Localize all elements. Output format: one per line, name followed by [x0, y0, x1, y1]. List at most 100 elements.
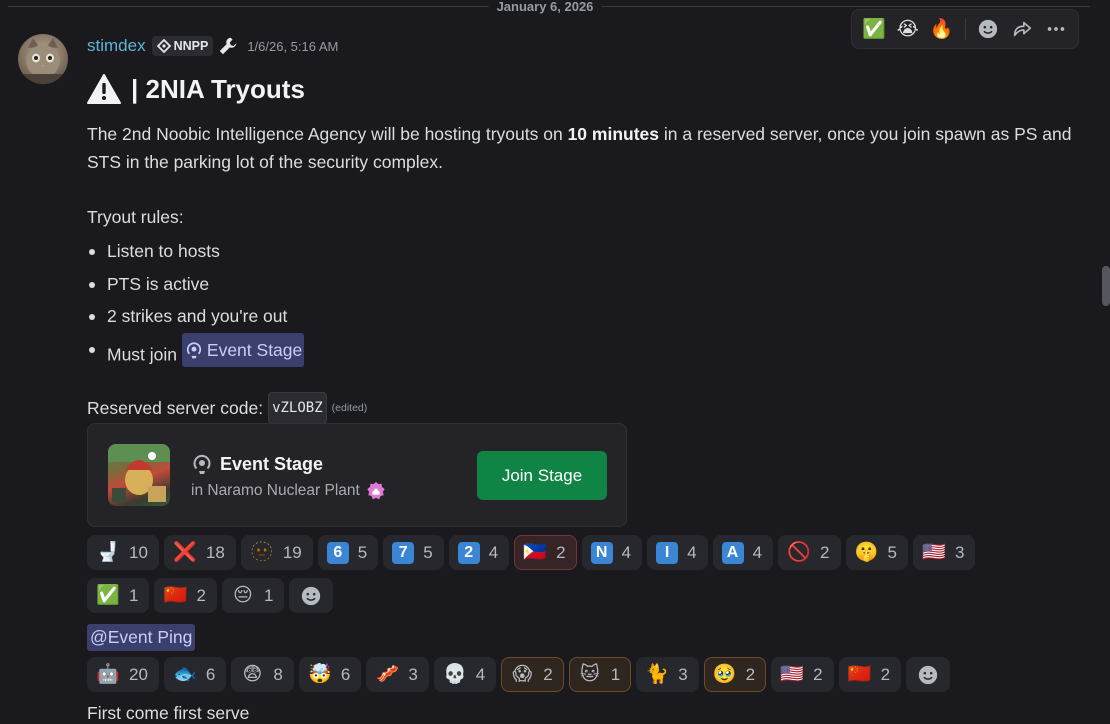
reaction-pill[interactable]: 😱 2 [501, 657, 564, 692]
stage-icon [186, 342, 201, 359]
reaction-count: 5 [357, 542, 368, 562]
reaction-emoji-icon: 🐈 [645, 664, 670, 685]
keycap-emoji-icon: 6 [326, 541, 349, 564]
reaction-count: 4 [621, 542, 632, 562]
reaction-emoji-icon: 🇺🇸 [922, 542, 946, 563]
reaction-count: 10 [129, 542, 148, 562]
reaction-pill[interactable]: 🥓 3 [366, 657, 429, 692]
reaction-count: 2 [813, 664, 823, 684]
reaction-pill[interactable]: 🇺🇸 3 [912, 535, 976, 570]
join-stage-button[interactable]: Join Stage [477, 451, 607, 500]
reaction-pill[interactable]: 🐟 6 [163, 657, 227, 692]
server-tag[interactable]: NNPP [151, 36, 214, 56]
reaction-pill[interactable]: N4 [581, 535, 643, 570]
reaction-emoji-icon: 🫥 [250, 542, 274, 563]
rules-list: Listen to hosts PTS is active 2 strikes … [87, 235, 1077, 370]
rules-heading: Tryout rules: [87, 207, 184, 227]
reaction-pill[interactable]: 🐈 3 [636, 657, 699, 692]
reaction-count: 2 [543, 664, 553, 684]
reaction-pill[interactable]: 🇨🇳 2 [838, 657, 902, 692]
username[interactable]: stimdex [87, 36, 146, 56]
reaction-emoji-icon: 💀 [442, 664, 467, 685]
server-tag-label: NNPP [173, 39, 209, 53]
message-hover-toolbar: ✅ 😭 🔥 [851, 9, 1079, 49]
more-icon [1047, 27, 1065, 31]
reaction-emoji-icon: 🤫 [854, 542, 879, 563]
embed-title: Event Stage [190, 452, 323, 476]
reaction-emoji-icon: 🇨🇳 [847, 664, 872, 685]
reaction-count: 20 [129, 664, 148, 684]
reaction-pill[interactable]: 😔 1 [221, 578, 285, 613]
reaction-emoji-icon: 😔 [233, 585, 253, 606]
add-reaction-button[interactable] [972, 13, 1004, 45]
reaction-count: 1 [129, 585, 139, 605]
list-item: Must join Event Stage [87, 332, 1077, 371]
reaction-pill[interactable]: 24 [448, 535, 510, 570]
add-reaction-button[interactable] [289, 578, 334, 613]
quick-react-fire-button[interactable]: 🔥 [926, 13, 958, 45]
channel-mention-event-stage[interactable]: Event Stage [181, 332, 305, 367]
reaction-pill[interactable]: 🤫 5 [845, 535, 908, 570]
list-item: 2 strikes and you're out [87, 300, 1077, 333]
reaction-pill[interactable]: 🚫 2 [778, 535, 841, 570]
trailing-text: First come first serve [87, 703, 250, 723]
reaction-pill[interactable]: ✅ 1 [87, 578, 150, 613]
reaction-count: 2 [556, 542, 566, 562]
reaction-pill[interactable]: 75 [383, 535, 444, 570]
reactions-row-3: 🤖 20 🐟 6 😨 8 🤯 6 🥓 3 💀 4 😱 2 🐱 1 🐈 3 🥹 2 🇺🇸 2 🇨🇳 2 [87, 657, 951, 692]
message-content: | 2NIA Tryouts The 2nd Noobic Intelligen… [87, 72, 1077, 425]
avatar[interactable] [18, 34, 68, 84]
embed-subtitle: in Naramo Nuclear Plant [191, 480, 387, 502]
add-reaction-icon [302, 586, 321, 605]
announcement-paragraph: The 2nd Noobic Intelligence Agency will … [87, 124, 1072, 172]
scrollbar-thumb[interactable] [1102, 266, 1110, 306]
reaction-pill[interactable]: 🫥 19 [240, 535, 313, 570]
list-item: PTS is active [87, 268, 1077, 301]
add-reaction-button[interactable] [906, 657, 951, 692]
quick-react-check-button[interactable]: ✅ [858, 13, 890, 45]
reaction-pill[interactable]: 🤖 20 [87, 657, 159, 692]
reaction-emoji-icon: 🚫 [787, 542, 811, 563]
reaction-emoji-icon: ✅ [96, 585, 120, 606]
reaction-emoji-icon: 🇺🇸 [780, 664, 804, 685]
reaction-count: 5 [887, 542, 897, 562]
reaction-pill[interactable]: 🤯 6 [298, 657, 362, 692]
more-options-button[interactable] [1040, 13, 1072, 45]
reaction-pill[interactable]: 🇨🇳 2 [154, 578, 217, 613]
reaction-pill[interactable]: 🥹 2 [703, 657, 767, 692]
reaction-pill[interactable]: 😨 8 [231, 657, 294, 692]
reaction-count: 1 [610, 664, 621, 684]
reaction-pill[interactable]: 🚽 10 [87, 535, 159, 570]
add-reaction-icon [979, 19, 998, 39]
reaction-emoji-icon: 🇵🇭 [523, 542, 547, 563]
reaction-count: 2 [820, 542, 830, 562]
quick-react-sob-button[interactable]: 😭 [892, 13, 924, 45]
cat-avatar-icon [23, 38, 63, 84]
reaction-emoji-icon: 🤖 [96, 664, 120, 685]
reaction-pill[interactable]: 🇺🇸 2 [771, 657, 834, 692]
reaction-pill[interactable]: 65 [317, 535, 379, 570]
date-divider-label: January 6, 2026 [488, 0, 602, 14]
reaction-count: 4 [475, 664, 486, 684]
forward-button[interactable] [1006, 13, 1038, 45]
reaction-pill[interactable]: 💀 4 [433, 657, 497, 692]
role-mention-event-ping[interactable]: @Event Ping [87, 624, 196, 651]
warning-icon [87, 74, 121, 104]
reaction-pill[interactable]: I4 [647, 535, 708, 570]
reaction-count: 3 [408, 664, 418, 684]
keycap-emoji-icon: 2 [457, 541, 480, 564]
reaction-pill[interactable]: 🇵🇭 2 [514, 535, 577, 570]
reaction-count: 2 [745, 664, 756, 684]
reaction-pill[interactable]: A4 [712, 535, 774, 570]
server-code[interactable]: vZLOBZ [268, 392, 327, 425]
toolbar-separator [964, 18, 966, 40]
keycap-emoji-icon: 7 [392, 541, 415, 564]
reaction-count: 1 [263, 585, 274, 605]
reaction-count: 2 [880, 664, 891, 684]
reaction-count: 4 [752, 542, 763, 562]
reaction-emoji-icon: 🥓 [375, 664, 400, 685]
server-icon [108, 444, 170, 506]
reaction-pill[interactable]: ❌ 18 [163, 535, 236, 570]
keycap-emoji-icon: N [590, 541, 613, 564]
reaction-pill[interactable]: 🐱 1 [568, 657, 632, 692]
